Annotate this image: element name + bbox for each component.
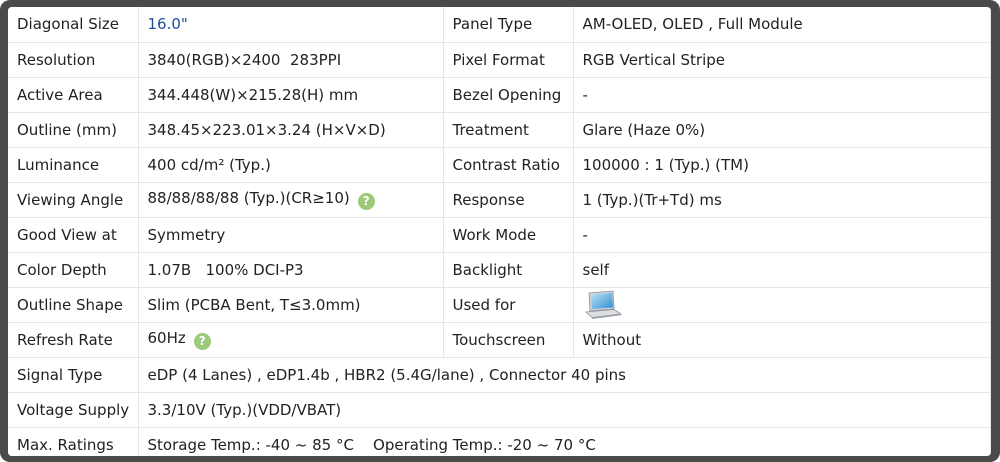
help-icon[interactable]: ?: [357, 193, 375, 210]
spec-label: Active Area: [8, 77, 139, 113]
spec-value: RGB Vertical Stripe: [573, 42, 991, 78]
spec-label: Outline (mm): [8, 112, 139, 148]
spec-label: Pixel Format: [443, 42, 574, 78]
spec-label: Outline Shape: [8, 287, 139, 323]
spec-label: Max. Ratings: [8, 427, 139, 456]
spec-value: Glare (Haze 0%): [573, 112, 991, 148]
spec-value: 16.0": [138, 7, 444, 43]
spec-value: Symmetry: [138, 217, 444, 253]
spec-label: Voltage Supply: [8, 392, 139, 428]
table-row: Resolution 3840(RGB)×2400 283PPI Pixel F…: [8, 42, 991, 78]
spec-label: Viewing Angle: [8, 182, 139, 218]
spec-value: 3840(RGB)×2400 283PPI: [138, 42, 444, 78]
spec-frame: Diagonal Size 16.0" Panel Type AM-OLED, …: [0, 0, 1000, 462]
spec-label: Good View at: [8, 217, 139, 253]
spec-value: 344.448(W)×215.28(H) mm: [138, 77, 444, 113]
spec-label: Signal Type: [8, 357, 139, 393]
spec-label: Refresh Rate: [8, 322, 139, 358]
spec-value: 88/88/88/88 (Typ.)(CR≥10): [147, 189, 350, 207]
spec-value: 1.07B 100% DCI-P3: [138, 252, 444, 288]
spec-label: Bezel Opening: [443, 77, 574, 113]
table-row: Outline Shape Slim (PCBA Bent, T≤3.0mm) …: [8, 287, 991, 323]
spec-value: AM-OLED, OLED , Full Module: [573, 7, 991, 43]
spec-value: 1 (Typ.)(Tr+Td) ms: [573, 182, 991, 218]
spec-label: Luminance: [8, 147, 139, 183]
spec-value: 348.45×223.01×3.24 (H×V×D): [138, 112, 444, 148]
spec-label: Treatment: [443, 112, 574, 148]
table-row: Active Area 344.448(W)×215.28(H) mm Beze…: [8, 77, 991, 113]
spec-value-cell: 60Hz?: [138, 322, 444, 358]
table-row: Signal Type eDP (4 Lanes) , eDP1.4b , HB…: [8, 357, 991, 393]
spec-value: self: [573, 252, 991, 288]
spec-label: Resolution: [8, 42, 139, 78]
table-row: Good View at Symmetry Work Mode -: [8, 217, 991, 253]
spec-label: Panel Type: [443, 7, 574, 43]
spec-label: Contrast Ratio: [443, 147, 574, 183]
spec-label: Backlight: [443, 252, 574, 288]
table-row: Refresh Rate 60Hz? Touchscreen Without: [8, 322, 991, 358]
spec-value: -: [573, 217, 991, 253]
spec-value: eDP (4 Lanes) , eDP1.4b , HBR2 (5.4G/lan…: [138, 357, 991, 393]
table-row: Luminance 400 cd/m² (Typ.) Contrast Rati…: [8, 147, 991, 183]
table-row: Max. Ratings Storage Temp.: -40 ~ 85 °C …: [8, 427, 991, 456]
laptop-icon: [584, 290, 622, 319]
spec-label: Color Depth: [8, 252, 139, 288]
spec-label: Diagonal Size: [8, 7, 139, 43]
spec-label: Used for: [443, 287, 574, 323]
spec-value: 100000 : 1 (Typ.) (TM): [573, 147, 991, 183]
spec-value: 3.3/10V (Typ.)(VDD/VBAT): [138, 392, 991, 428]
spec-value-cell: [573, 287, 991, 323]
spec-value: Storage Temp.: -40 ~ 85 °C Operating Tem…: [138, 427, 991, 456]
spec-value: 60Hz: [147, 329, 186, 347]
table-row: Outline (mm) 348.45×223.01×3.24 (H×V×D) …: [8, 112, 991, 148]
spec-value: -: [573, 77, 991, 113]
spec-value: Slim (PCBA Bent, T≤3.0mm): [138, 287, 444, 323]
spec-label: Work Mode: [443, 217, 574, 253]
help-icon[interactable]: ?: [193, 333, 211, 350]
spec-label: Response: [443, 182, 574, 218]
spec-value: Without: [573, 322, 991, 358]
table-row: Color Depth 1.07B 100% DCI-P3 Backlight …: [8, 252, 991, 288]
spec-panel: Diagonal Size 16.0" Panel Type AM-OLED, …: [8, 7, 991, 456]
spec-value-cell: 88/88/88/88 (Typ.)(CR≥10)?: [138, 182, 444, 218]
spec-value: 400 cd/m² (Typ.): [138, 147, 444, 183]
spec-table: Diagonal Size 16.0" Panel Type AM-OLED, …: [8, 7, 991, 456]
table-row: Voltage Supply 3.3/10V (Typ.)(VDD/VBAT): [8, 392, 991, 428]
spec-label: Touchscreen: [443, 322, 574, 358]
table-row: Viewing Angle 88/88/88/88 (Typ.)(CR≥10)?…: [8, 182, 991, 218]
table-row: Diagonal Size 16.0" Panel Type AM-OLED, …: [8, 7, 991, 43]
